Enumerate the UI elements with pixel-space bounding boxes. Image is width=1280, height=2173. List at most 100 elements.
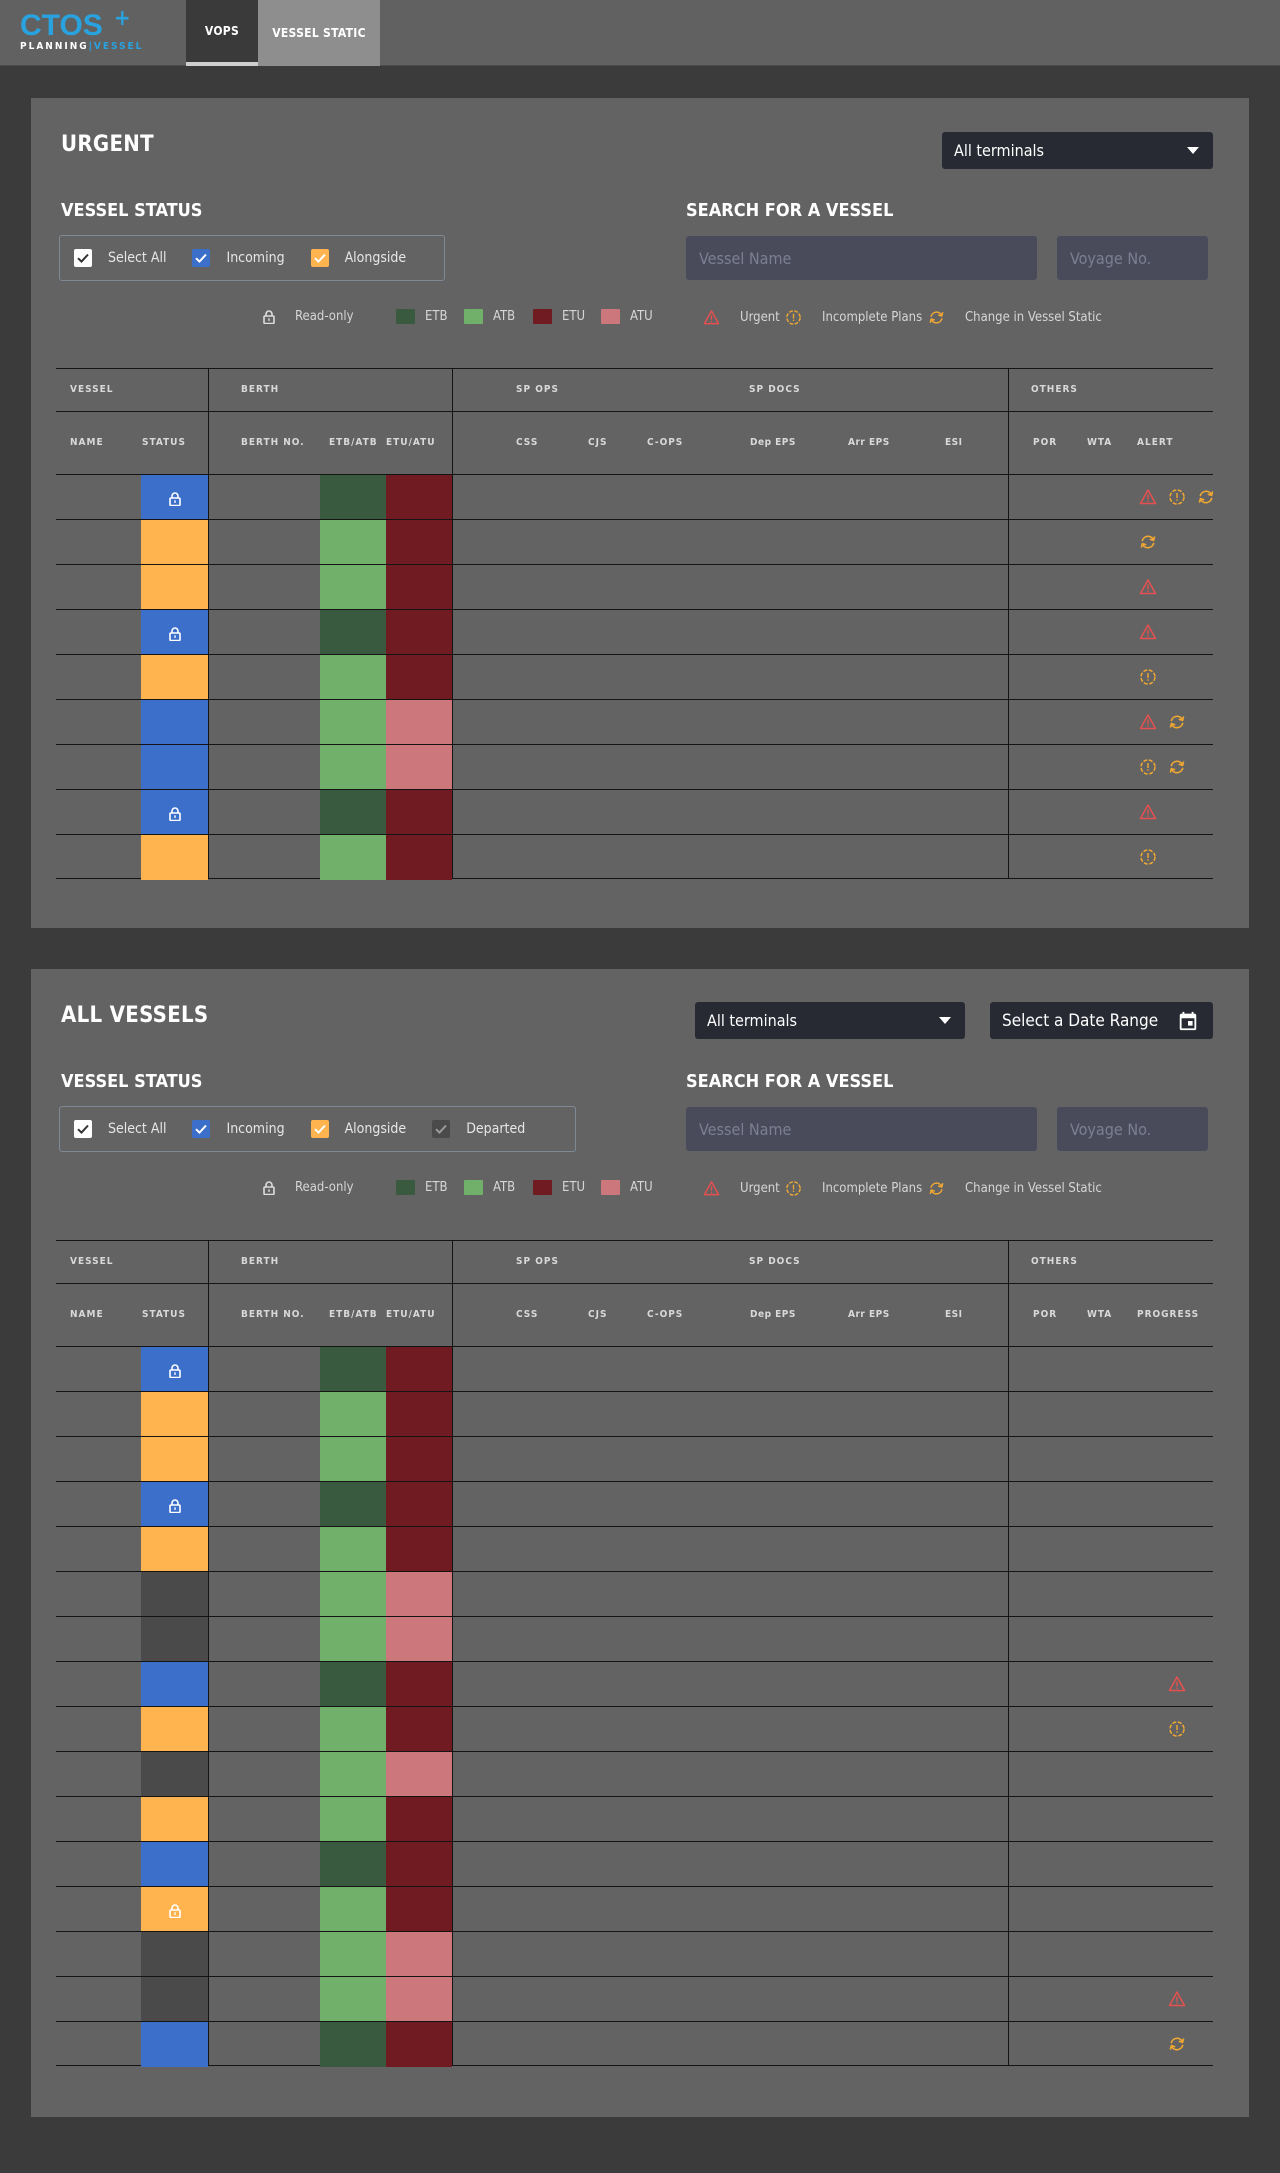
column-header-etu-atu[interactable]: ETU/ATU [386, 437, 436, 448]
checkbox-box[interactable] [74, 1120, 92, 1138]
checkbox-box[interactable] [310, 249, 329, 267]
checkbox-incoming[interactable]: Incoming [192, 1120, 285, 1138]
checkbox-box[interactable] [74, 249, 92, 267]
column-header-last[interactable]: ALERT [1137, 437, 1173, 448]
column-header-arr-eps[interactable]: Arr EPS [848, 437, 890, 448]
tab-vops[interactable]: VOPS [186, 0, 258, 66]
column-header-berth-no[interactable]: BERTH NO. [241, 1309, 305, 1320]
date-range-select[interactable]: Select a Date Range [990, 1002, 1213, 1039]
table-row[interactable] [56, 1886, 1213, 1932]
table-row[interactable] [56, 1661, 1213, 1707]
app-logo[interactable]: CTOS + PLANNING|VESSEL [20, 6, 141, 56]
table-row[interactable] [56, 1616, 1213, 1662]
etb-atb-cell [320, 610, 386, 655]
column-header-dep-eps[interactable]: Dep EPS [750, 1309, 796, 1320]
column-header-css[interactable]: CSS [516, 1309, 538, 1320]
column-header-last[interactable]: PROGRESS [1137, 1309, 1199, 1320]
warning-triangle-icon[interactable] [1139, 488, 1157, 506]
column-header-status[interactable]: STATUS [142, 437, 186, 448]
checkbox-select-all[interactable]: Select All [74, 249, 166, 267]
column-header-wta[interactable]: WTA [1087, 1309, 1112, 1320]
warning-triangle-icon[interactable] [1139, 578, 1157, 596]
vessel-name-input[interactable] [686, 236, 1037, 280]
incomplete-plan-icon[interactable] [1139, 848, 1157, 866]
column-header-cops[interactable]: C-OPS [647, 437, 683, 448]
column-header-esi[interactable]: ESI [945, 437, 962, 448]
table-row[interactable] [56, 1346, 1213, 1392]
table-row[interactable] [56, 519, 1213, 565]
column-header-esi[interactable]: ESI [945, 1309, 962, 1320]
column-header-cjs[interactable]: CJS [588, 437, 607, 448]
checkbox-incoming[interactable]: Incoming [192, 249, 285, 267]
column-header-wta[interactable]: WTA [1087, 437, 1112, 448]
terminal-select[interactable]: All terminals [695, 1002, 965, 1039]
checkbox-box[interactable] [192, 249, 211, 267]
table-row[interactable] [56, 789, 1213, 835]
warning-triangle-icon[interactable] [1139, 623, 1157, 641]
table-row[interactable] [56, 1751, 1213, 1797]
refresh-icon[interactable] [1197, 488, 1215, 506]
table-row[interactable] [56, 609, 1213, 655]
legend-swatch [601, 1180, 620, 1195]
table-row[interactable] [56, 1436, 1213, 1482]
table-row[interactable] [56, 564, 1213, 610]
vessel-name-input[interactable] [686, 1107, 1037, 1151]
column-header-por[interactable]: POR [1033, 437, 1057, 448]
column-header-dep-eps[interactable]: Dep EPS [750, 437, 796, 448]
column-header-name[interactable]: NAME [70, 437, 104, 448]
date-range-value: Select a Date Range [1002, 1010, 1159, 1031]
table-row[interactable] [56, 1796, 1213, 1842]
warning-triangle-icon[interactable] [1168, 1990, 1186, 2008]
column-header-cops[interactable]: C-OPS [647, 1309, 683, 1320]
refresh-icon[interactable] [1139, 533, 1157, 551]
column-header-cjs[interactable]: CJS [588, 1309, 607, 1320]
table-row[interactable] [56, 834, 1213, 880]
table-row[interactable] [56, 744, 1213, 790]
terminal-select[interactable]: All terminals [942, 132, 1213, 169]
warning-triangle-icon[interactable] [1168, 1675, 1186, 1693]
table-row[interactable] [56, 1571, 1213, 1617]
table-row[interactable] [56, 654, 1213, 700]
column-header-css[interactable]: CSS [516, 437, 538, 448]
table-row[interactable] [56, 1391, 1213, 1437]
checkbox-alongside[interactable]: Alongside [310, 249, 406, 267]
checkbox-box[interactable] [310, 1120, 329, 1138]
tab-vessel-static[interactable]: VESSEL STATIC [258, 0, 380, 66]
checkbox-departed[interactable]: Departed [432, 1120, 525, 1138]
table-row[interactable] [56, 2021, 1213, 2067]
checkbox-box[interactable] [432, 1120, 451, 1138]
column-header-por[interactable]: POR [1033, 1309, 1057, 1320]
table-row[interactable] [56, 1931, 1213, 1977]
table-row[interactable] [56, 699, 1213, 745]
incomplete-plan-icon[interactable] [1168, 1720, 1186, 1738]
refresh-icon[interactable] [1168, 758, 1186, 776]
voyage-number-input[interactable] [1057, 236, 1208, 280]
column-header-etb-atb[interactable]: ETB/ATB [329, 1309, 378, 1320]
column-header-etb-atb[interactable]: ETB/ATB [329, 437, 378, 448]
warning-triangle-icon[interactable] [1139, 713, 1157, 731]
checkbox-alongside[interactable]: Alongside [310, 1120, 406, 1138]
refresh-icon[interactable] [1168, 713, 1186, 731]
column-header-berth-no[interactable]: BERTH NO. [241, 437, 305, 448]
incomplete-plan-icon[interactable] [1168, 488, 1186, 506]
table-row[interactable] [56, 1481, 1213, 1527]
column-header-arr-eps[interactable]: Arr EPS [848, 1309, 890, 1320]
table-row[interactable] [56, 1706, 1213, 1752]
table-row[interactable] [56, 1976, 1213, 2022]
table-row[interactable] [56, 474, 1215, 520]
column-header-etu-atu[interactable]: ETU/ATU [386, 1309, 436, 1320]
incomplete-plan-icon[interactable] [1139, 758, 1157, 776]
etb-atb-cell [320, 1797, 386, 1842]
warning-triangle-icon[interactable] [1139, 803, 1157, 821]
column-header-status[interactable]: STATUS [142, 1309, 186, 1320]
checkbox-select-all[interactable]: Select All [74, 1120, 166, 1138]
status-cell [141, 1662, 208, 1707]
table-row[interactable] [56, 1526, 1213, 1572]
voyage-number-input[interactable] [1057, 1107, 1208, 1151]
incomplete-plan-icon[interactable] [1139, 668, 1157, 686]
table-row[interactable] [56, 1841, 1213, 1887]
column-header-name[interactable]: NAME [70, 1309, 104, 1320]
refresh-icon[interactable] [1168, 2035, 1186, 2053]
checkbox-box[interactable] [192, 1120, 211, 1138]
etu-atu-cell [386, 610, 452, 655]
